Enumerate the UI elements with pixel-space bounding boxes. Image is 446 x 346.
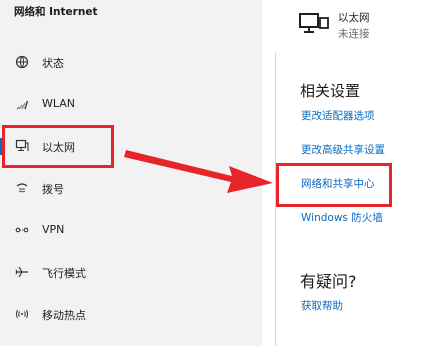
annotation-arrow <box>124 150 273 193</box>
